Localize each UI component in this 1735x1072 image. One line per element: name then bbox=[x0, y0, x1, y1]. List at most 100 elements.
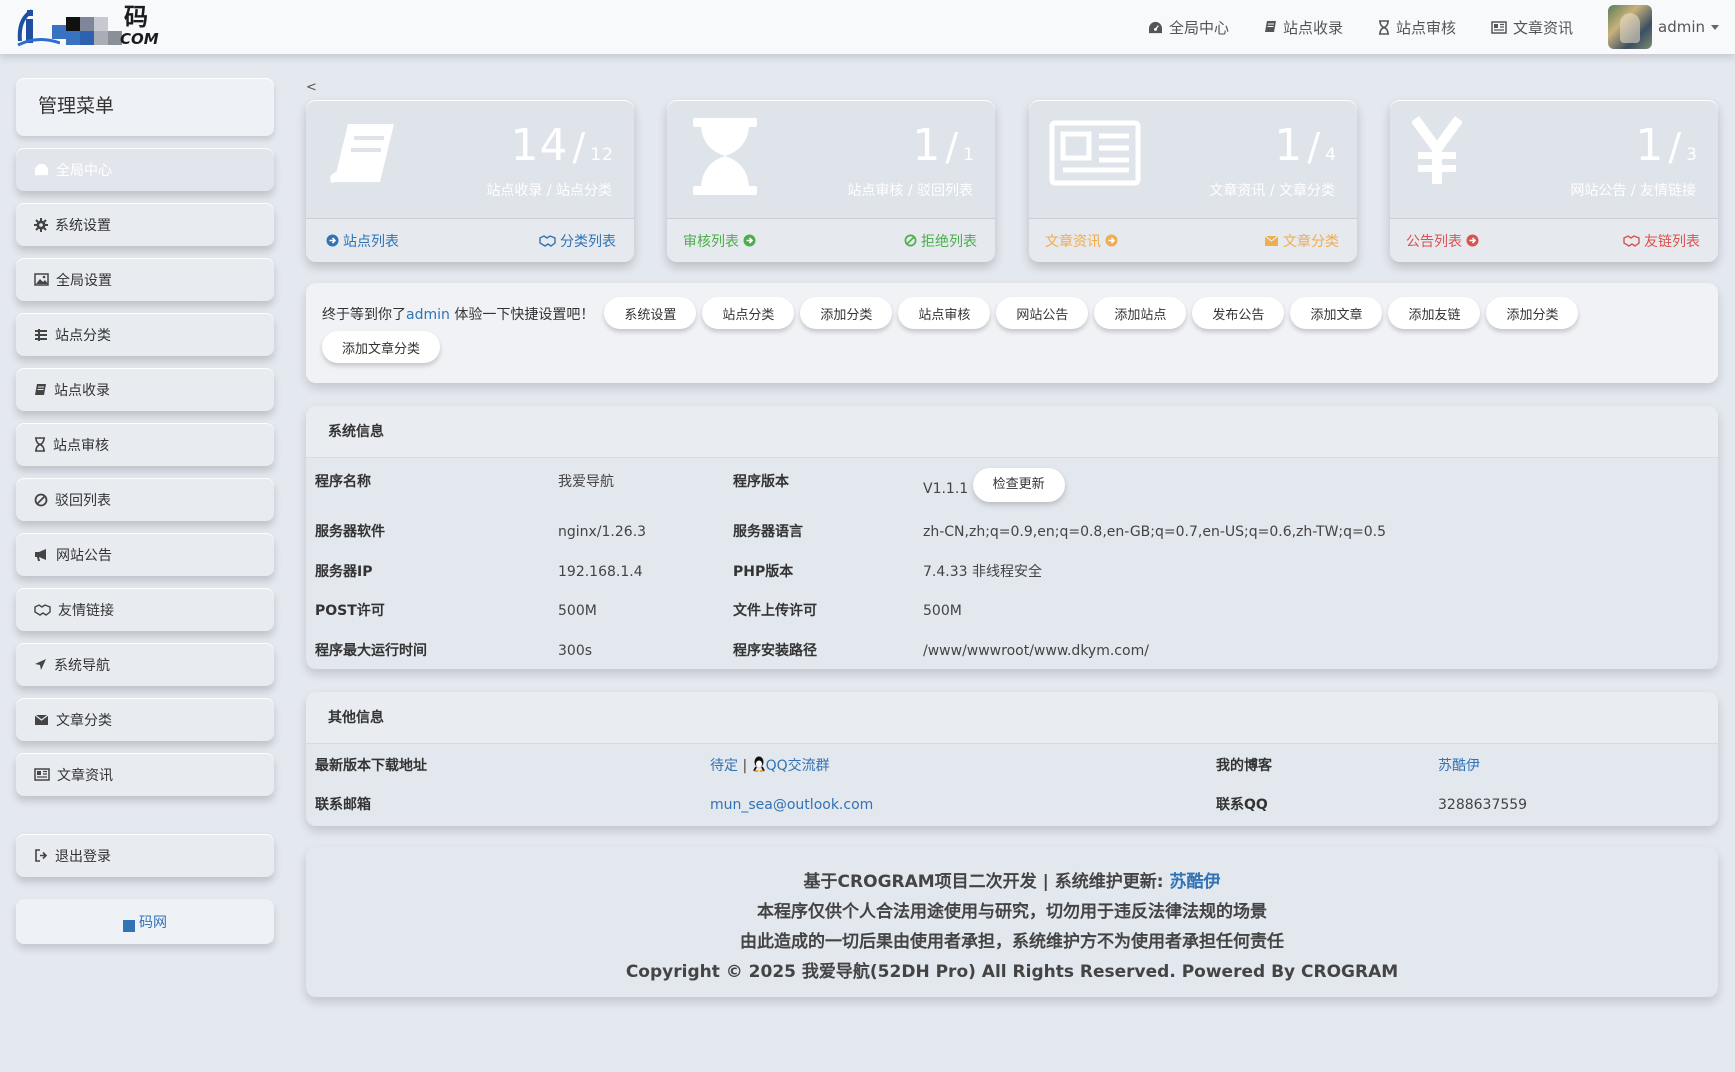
sidebar-item-label: 站点分类 bbox=[55, 327, 111, 344]
link-label: 站点列表 bbox=[343, 233, 399, 250]
stat-value: 1 bbox=[1274, 120, 1304, 171]
arrow-circle-right-icon bbox=[1105, 234, 1118, 247]
maintainer-link[interactable]: 苏酷伊 bbox=[1169, 872, 1220, 892]
ban-icon bbox=[34, 493, 48, 506]
stat-card-articles: 1/4 文章资讯 / 文章分类 文章资讯 文章分类 bbox=[1029, 100, 1357, 262]
other-info-panel: 其他信息 最新版本下载地址 待定 | QQ交流群 我的博客 苏酷伊 联系邮箱 m… bbox=[306, 692, 1718, 826]
article-list-link[interactable]: 文章资讯 bbox=[1045, 231, 1122, 251]
info-label: 服务器IP bbox=[315, 564, 373, 580]
topnav-review[interactable]: 站点审核 bbox=[1378, 17, 1456, 38]
sidebar-item-global-settings[interactable]: 全局设置 bbox=[16, 258, 274, 301]
logo-text: 码 bbox=[124, 3, 148, 31]
qq-group-link[interactable]: QQ交流群 bbox=[766, 758, 830, 774]
quick-publish-announcement-button[interactable]: 发布公告 bbox=[1192, 297, 1285, 329]
review-list-link[interactable]: 审核列表 bbox=[683, 231, 760, 251]
logout-label: 退出登录 bbox=[55, 848, 111, 865]
sidebar-item-announcements[interactable]: 网站公告 bbox=[16, 533, 274, 576]
caret-down-icon bbox=[1711, 24, 1719, 30]
tags-icon bbox=[35, 328, 47, 341]
announcement-list-link[interactable]: 公告列表 bbox=[1406, 231, 1483, 251]
sidebar-item-friend-links[interactable]: 友情链接 bbox=[16, 588, 274, 631]
stat-count: 1/3 bbox=[1635, 120, 1698, 171]
category-list-link[interactable]: 分类列表 bbox=[535, 231, 616, 251]
blog-link[interactable]: 苏酷伊 bbox=[1438, 756, 1480, 776]
download-pending-link[interactable]: 待定 bbox=[710, 758, 738, 774]
panel-title: 系统信息 bbox=[306, 406, 1718, 458]
location-arrow-icon bbox=[35, 659, 46, 670]
info-value: 500M bbox=[923, 603, 962, 619]
quick-add-category-button[interactable]: 添加分类 bbox=[800, 297, 893, 329]
info-label: 联系邮箱 bbox=[315, 797, 371, 813]
info-label: 文件上传许可 bbox=[733, 603, 817, 619]
quick-add-friend-link-button[interactable]: 添加友链 bbox=[1388, 297, 1481, 329]
stat-card-links: 文章资讯 文章分类 bbox=[1029, 218, 1357, 262]
friend-link-list-link[interactable]: 友链列表 bbox=[1619, 231, 1700, 251]
sidebar-item-system-settings[interactable]: 系统设置 bbox=[16, 203, 274, 246]
stat-value: 14 bbox=[510, 120, 569, 171]
link-label: 文章资讯 bbox=[1045, 233, 1101, 250]
rejected-list-link[interactable]: 拒绝列表 bbox=[900, 231, 977, 251]
dashboard-icon bbox=[35, 163, 48, 176]
topnav-dashboard[interactable]: 全局中心 bbox=[1148, 17, 1229, 38]
envelope-icon bbox=[34, 714, 49, 725]
topnav-label: 站点收录 bbox=[1282, 18, 1343, 37]
stat-count: 14/12 bbox=[510, 120, 614, 171]
arrow-circle-right-icon bbox=[326, 234, 339, 247]
info-value-version: V1.1.1 检查更新 bbox=[923, 468, 1065, 502]
info-label: 最新版本下载地址 bbox=[315, 758, 427, 774]
footer: 基于CROGRAM项目二次开发 | 系统维护更新: 苏酷伊 本程序仅供个人合法用… bbox=[306, 847, 1718, 997]
topnav-label: 站点审核 bbox=[1395, 18, 1456, 37]
link-label: 文章分类 bbox=[1283, 233, 1339, 250]
stat-caption: 站点收录 / 站点分类 bbox=[486, 183, 612, 199]
sidebar-item-articles[interactable]: 文章资讯 bbox=[16, 753, 274, 796]
check-update-button[interactable]: 检查更新 bbox=[972, 468, 1065, 502]
sidebar-item-label: 站点收录 bbox=[54, 382, 110, 399]
topnav-label: 全局中心 bbox=[1168, 18, 1229, 37]
email-link[interactable]: mun_sea@outlook.com bbox=[710, 795, 873, 815]
site-list-link[interactable]: 站点列表 bbox=[322, 231, 399, 251]
sidebar-item-site-collection[interactable]: 站点收录 bbox=[16, 368, 274, 411]
quick-site-category-button[interactable]: 站点分类 bbox=[702, 297, 795, 329]
stat-card-sites: 14/12 站点收录 / 站点分类 站点列表 分类列表 bbox=[306, 100, 634, 262]
book-icon bbox=[330, 124, 394, 184]
sidebar-item-label: 文章资讯 bbox=[57, 767, 113, 784]
user-menu[interactable]: admin bbox=[1608, 5, 1719, 49]
stat-total: 1 bbox=[963, 145, 975, 165]
quick-add-article-category-button[interactable]: 添加文章分类 bbox=[322, 331, 441, 363]
quick-announcement-button[interactable]: 网站公告 bbox=[996, 297, 1089, 329]
quick-add-site-button[interactable]: 添加站点 bbox=[1094, 297, 1187, 329]
link-label: 公告列表 bbox=[1406, 233, 1462, 250]
welcome-suffix: 体验一下快捷设置吧！ bbox=[449, 306, 595, 323]
quick-add-article-button[interactable]: 添加文章 bbox=[1290, 297, 1383, 329]
logout-button[interactable]: 退出登录 bbox=[16, 834, 274, 877]
footer-credit: 基于CROGRAM项目二次开发 | 系统维护更新: bbox=[803, 872, 1170, 892]
stat-count: 1/1 bbox=[912, 120, 975, 171]
topnav-sites[interactable]: 站点收录 bbox=[1264, 17, 1343, 38]
site-logo[interactable]: 码 COM bbox=[16, 3, 164, 51]
footer-line: 由此造成的一切后果由使用者承担，系统维护方不为使用者承担任何责任 bbox=[740, 932, 1284, 952]
sidebar-item-label: 驳回列表 bbox=[55, 492, 111, 509]
sidebar-item-site-categories[interactable]: 站点分类 bbox=[16, 313, 274, 356]
stat-card-top: 1/1 站点审核 / 驳回列表 bbox=[667, 100, 995, 218]
article-category-link[interactable]: 文章分类 bbox=[1260, 231, 1339, 251]
info-value: 300s bbox=[558, 643, 593, 659]
collapse-sidebar-toggle[interactable]: < bbox=[306, 80, 317, 95]
topnav-articles[interactable]: 文章资讯 bbox=[1491, 17, 1573, 38]
sidebar-brand-link[interactable]: 码网 bbox=[16, 899, 274, 944]
stat-card-review: 1/1 站点审核 / 驳回列表 审核列表 拒绝列表 bbox=[667, 100, 995, 262]
sidebar-item-dashboard[interactable]: 全局中心 bbox=[16, 148, 274, 191]
quick-system-settings-button[interactable]: 系统设置 bbox=[604, 297, 697, 329]
link-label: 拒绝列表 bbox=[921, 233, 977, 250]
quick-site-review-button[interactable]: 站点审核 bbox=[898, 297, 991, 329]
quick-add-category-2-button[interactable]: 添加分类 bbox=[1486, 297, 1579, 329]
sidebar-item-system-navigation[interactable]: 系统导航 bbox=[16, 643, 274, 686]
info-label: 服务器软件 bbox=[315, 524, 385, 540]
sidebar-item-article-categories[interactable]: 文章分类 bbox=[16, 698, 274, 741]
qq-penguin-icon bbox=[752, 756, 765, 772]
welcome-user-link[interactable]: admin bbox=[406, 307, 450, 323]
info-value: 500M bbox=[558, 603, 597, 619]
book-icon bbox=[35, 383, 46, 395]
top-nav: 全局中心 站点收录 站点审核 文章资讯 admin bbox=[1148, 0, 1735, 54]
sidebar-item-site-review[interactable]: 站点审核 bbox=[16, 423, 274, 466]
sidebar-item-rejected-list[interactable]: 驳回列表 bbox=[16, 478, 274, 521]
